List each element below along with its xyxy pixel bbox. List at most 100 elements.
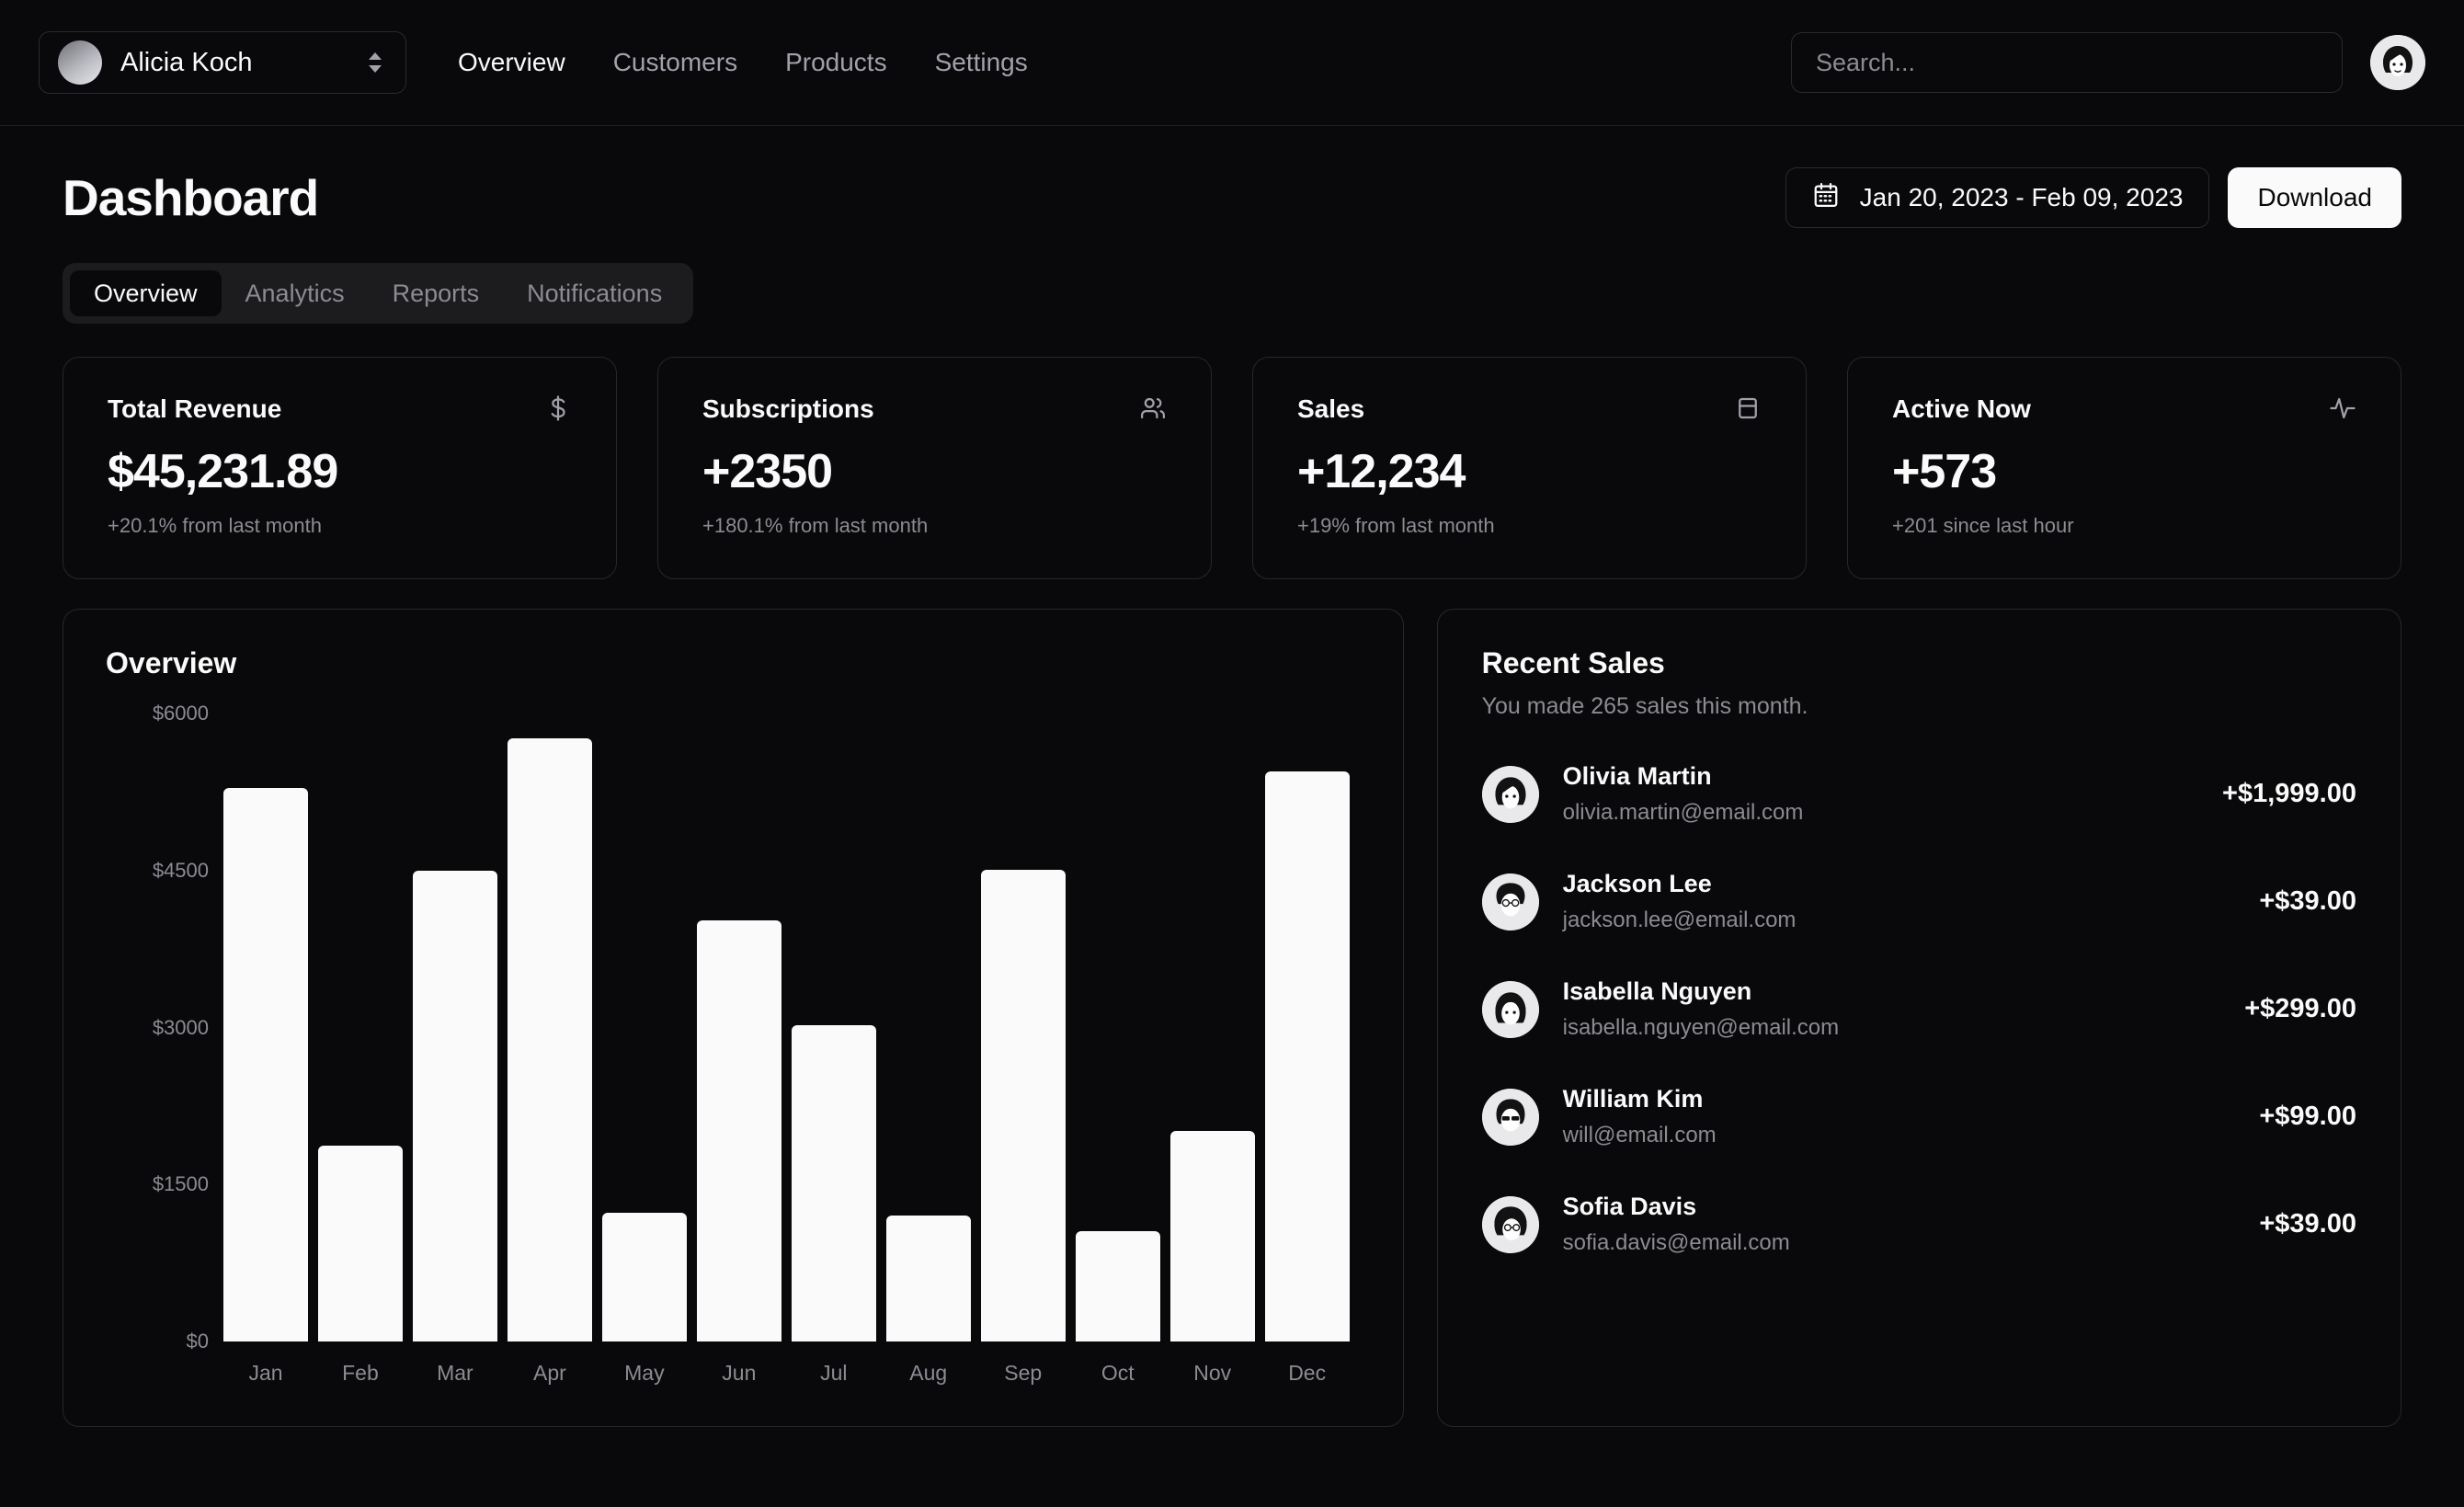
sale-amount: +$1,999.00 — [2222, 779, 2356, 808]
tab-analytics[interactable]: Analytics — [222, 270, 369, 316]
y-axis-tick: $3000 — [152, 1015, 209, 1039]
sale-customer-email: olivia.martin@email.com — [1562, 800, 1804, 825]
bar-column[interactable] — [601, 714, 687, 1341]
x-axis-label: Feb — [342, 1361, 379, 1385]
page-title: Dashboard — [63, 169, 319, 226]
nav-item-products[interactable]: Products — [785, 48, 887, 77]
team-name: Alicia Koch — [120, 47, 253, 77]
tab-reports[interactable]: Reports — [369, 270, 504, 316]
page-header: Dashboard Jan 20, 2023 - Feb 09, 2023 Do… — [63, 167, 2401, 228]
bar[interactable] — [1264, 771, 1350, 1341]
x-axis-label: Jun — [722, 1361, 757, 1385]
x-axis-label: Oct — [1101, 1361, 1135, 1385]
bar-column[interactable] — [791, 714, 876, 1341]
bar[interactable] — [601, 1213, 687, 1341]
search-input[interactable] — [1791, 32, 2343, 93]
bar[interactable] — [412, 870, 497, 1341]
bar-column[interactable] — [1264, 714, 1350, 1341]
bar-column[interactable] — [223, 714, 308, 1341]
y-axis-tick: $4500 — [152, 858, 209, 882]
x-axis-label: May — [624, 1361, 665, 1385]
bar-series — [223, 714, 1350, 1341]
team-avatar — [58, 40, 102, 85]
y-axis-tick: $0 — [186, 1330, 209, 1353]
date-range-value: Jan 20, 2023 - Feb 09, 2023 — [1859, 183, 2184, 211]
bar-column[interactable] — [507, 714, 592, 1341]
chart-plot-area — [223, 714, 1350, 1341]
bar[interactable] — [1075, 1231, 1160, 1341]
avatar — [1481, 980, 1539, 1038]
stat-value: +573 — [1892, 445, 1997, 498]
y-axis-tick: $6000 — [152, 702, 209, 725]
sale-amount: +$39.00 — [2259, 886, 2356, 916]
user-avatar[interactable] — [2370, 35, 2425, 90]
tab-notifications[interactable]: Notifications — [503, 270, 686, 316]
tab-overview[interactable]: Overview — [70, 270, 222, 316]
download-button[interactable]: Download — [2228, 167, 2401, 228]
page-header-actions: Jan 20, 2023 - Feb 09, 2023 Download — [1785, 167, 2401, 228]
stat-value: +12,234 — [1297, 445, 1466, 498]
x-axis-label: Mar — [437, 1361, 473, 1385]
sale-row[interactable]: Isabella Nguyen isabella.nguyen@email.com… — [1481, 977, 2356, 1041]
sale-row[interactable]: William Kim will@email.com +$99.00 — [1481, 1085, 2356, 1148]
sale-customer-name: Olivia Martin — [1562, 762, 1712, 790]
stat-subtext: +20.1% from last month — [108, 514, 322, 537]
stat-label: Subscriptions — [702, 394, 874, 423]
sale-row[interactable]: Jackson Lee jackson.lee@email.com +$39.00 — [1481, 870, 2356, 933]
sale-amount: +$99.00 — [2259, 1102, 2356, 1131]
stat-card-subscriptions: Subscriptions +2350 +180.1% from last mo… — [657, 357, 1212, 579]
calendar-icon — [1812, 181, 1840, 215]
credit-card-icon — [1734, 394, 1762, 422]
recent-sales-subtitle: You made 265 sales this month. — [1481, 693, 1808, 719]
bar[interactable] — [791, 1025, 876, 1341]
nav-item-overview[interactable]: Overview — [458, 48, 565, 77]
dollar-sign-icon — [544, 394, 572, 422]
x-axis-labels: Jan Feb Mar Apr May Jun Jul Aug Sep Oct Nov Dec — [223, 1361, 1350, 1386]
stat-label: Total Revenue — [108, 394, 282, 423]
stat-subtext: +19% from last month — [1297, 514, 1495, 537]
stat-value: +2350 — [702, 445, 833, 498]
x-axis-label: Dec — [1288, 1361, 1327, 1385]
bar[interactable] — [885, 1216, 971, 1341]
bar[interactable] — [980, 869, 1066, 1341]
sale-amount: +$39.00 — [2259, 1209, 2356, 1239]
sale-row[interactable]: Sofia Davis sofia.davis@email.com +$39.00 — [1481, 1193, 2356, 1256]
x-axis-label: Apr — [532, 1361, 566, 1385]
bar-column[interactable] — [980, 714, 1066, 1341]
bar-column[interactable] — [696, 714, 781, 1341]
team-switcher[interactable]: Alicia Koch — [39, 31, 406, 94]
stat-cards: Total Revenue $45,231.89 +20.1% from las… — [63, 357, 2401, 579]
date-range-picker[interactable]: Jan 20, 2023 - Feb 09, 2023 — [1785, 167, 2210, 228]
bar-column[interactable] — [412, 714, 497, 1341]
sale-customer-name: Isabella Nguyen — [1562, 977, 1752, 1005]
recent-sales-card: Recent Sales You made 265 sales this mon… — [1436, 609, 2401, 1427]
sale-customer-email: isabella.nguyen@email.com — [1562, 1015, 1840, 1040]
sale-row[interactable]: Olivia Martin olivia.martin@email.com +$1,… — [1481, 762, 2356, 826]
sale-customer-name: Sofia Davis — [1562, 1193, 1697, 1220]
nav-item-settings[interactable]: Settings — [935, 48, 1028, 77]
sale-customer-email: will@email.com — [1562, 1123, 1717, 1147]
bar-column[interactable] — [1075, 714, 1160, 1341]
users-icon — [1139, 394, 1167, 422]
nav-item-customers[interactable]: Customers — [613, 48, 737, 77]
bar-column[interactable] — [885, 714, 971, 1341]
tab-list: Overview Analytics Reports Notifications — [63, 263, 694, 324]
bar[interactable] — [696, 920, 781, 1341]
lower-grid: Overview $0 $1500 $3000 $4500 $6000 Jan Feb Ma… — [63, 609, 2401, 1427]
bar-column[interactable] — [1169, 714, 1255, 1341]
y-axis-tick: $1500 — [152, 1172, 209, 1196]
page-content: Dashboard Jan 20, 2023 - Feb 09, 2023 Do… — [0, 126, 2464, 1427]
chevron-up-down-icon — [365, 47, 385, 78]
bar[interactable] — [1169, 1131, 1255, 1341]
bar-chart: $0 $1500 $3000 $4500 $6000 Jan Feb Mar Apr May Ju… — [106, 702, 1361, 1399]
bar[interactable] — [507, 738, 592, 1341]
recent-sales-title: Recent Sales — [1481, 646, 1665, 679]
bar-column[interactable] — [317, 714, 403, 1341]
bar[interactable] — [223, 787, 308, 1341]
stat-card-sales: Sales +12,234 +19% from last month — [1252, 357, 1807, 579]
stat-label: Active Now — [1892, 394, 2031, 423]
bar[interactable] — [317, 1146, 403, 1341]
sale-customer-name: Jackson Lee — [1562, 870, 1712, 897]
stat-label: Sales — [1297, 394, 1365, 423]
avatar — [1481, 1088, 1539, 1146]
